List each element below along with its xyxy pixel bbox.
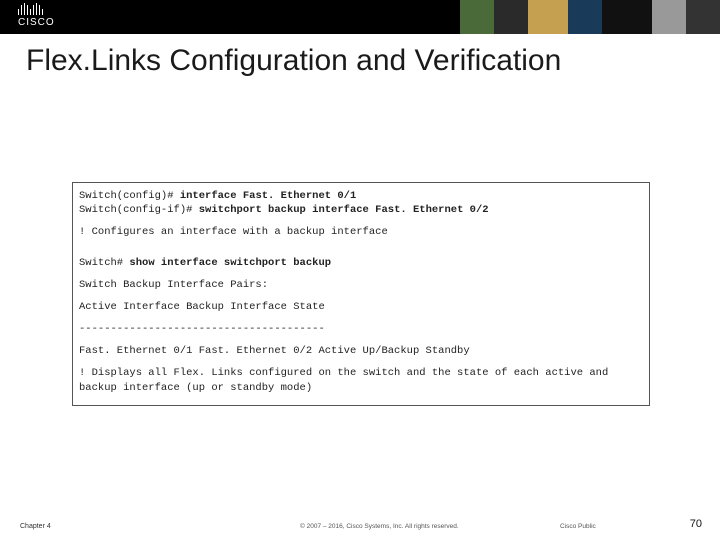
slide: CISCO Flex.Links Configuration and Verif…: [0, 0, 720, 540]
cli-comment: ! Displays all Flex. Links configured on…: [79, 366, 643, 380]
command: switchport backup interface Fast. Ethern…: [199, 204, 489, 216]
page-number: 70: [690, 518, 702, 530]
chapter-label: Chapter 4: [20, 523, 51, 530]
header-bar: CISCO: [0, 0, 720, 34]
prompt: Switch(config)#: [79, 190, 180, 202]
cli-output: Switch Backup Interface Pairs:: [79, 278, 643, 292]
prompt: Switch#: [79, 257, 129, 269]
cli-line: Switch# show interface switchport backup: [79, 256, 643, 270]
cli-line: Switch(config)# interface Fast. Ethernet…: [79, 189, 643, 203]
command: show interface switchport backup: [129, 257, 331, 269]
cli-line: Switch(config-if)# switchport backup int…: [79, 203, 643, 217]
cli-output: Active Interface Backup Interface State: [79, 300, 643, 314]
slide-title: Flex.Links Configuration and Verificatio…: [26, 44, 561, 78]
prompt: Switch(config-if)#: [79, 204, 199, 216]
command: interface Fast. Ethernet 0/1: [180, 190, 356, 202]
cli-output: Fast. Ethernet 0/1 Fast. Ethernet 0/2 Ac…: [79, 344, 643, 358]
cli-comment: ! Configures an interface with a backup …: [79, 225, 643, 239]
copyright-text: © 2007 – 2016, Cisco Systems, Inc. All r…: [300, 523, 459, 530]
footer: Chapter 4 © 2007 – 2016, Cisco Systems, …: [0, 510, 720, 530]
brand-text: CISCO: [18, 17, 55, 28]
cisco-logo: CISCO: [18, 3, 55, 28]
cli-output-box: Switch(config)# interface Fast. Ethernet…: [72, 182, 650, 406]
header-photo-strip: [460, 0, 720, 34]
cisco-bars-icon: [18, 3, 55, 15]
classification-text: Cisco Public: [560, 523, 596, 530]
cli-output: ---------------------------------------: [79, 322, 643, 336]
cli-comment: backup interface (up or standby mode): [79, 381, 643, 395]
